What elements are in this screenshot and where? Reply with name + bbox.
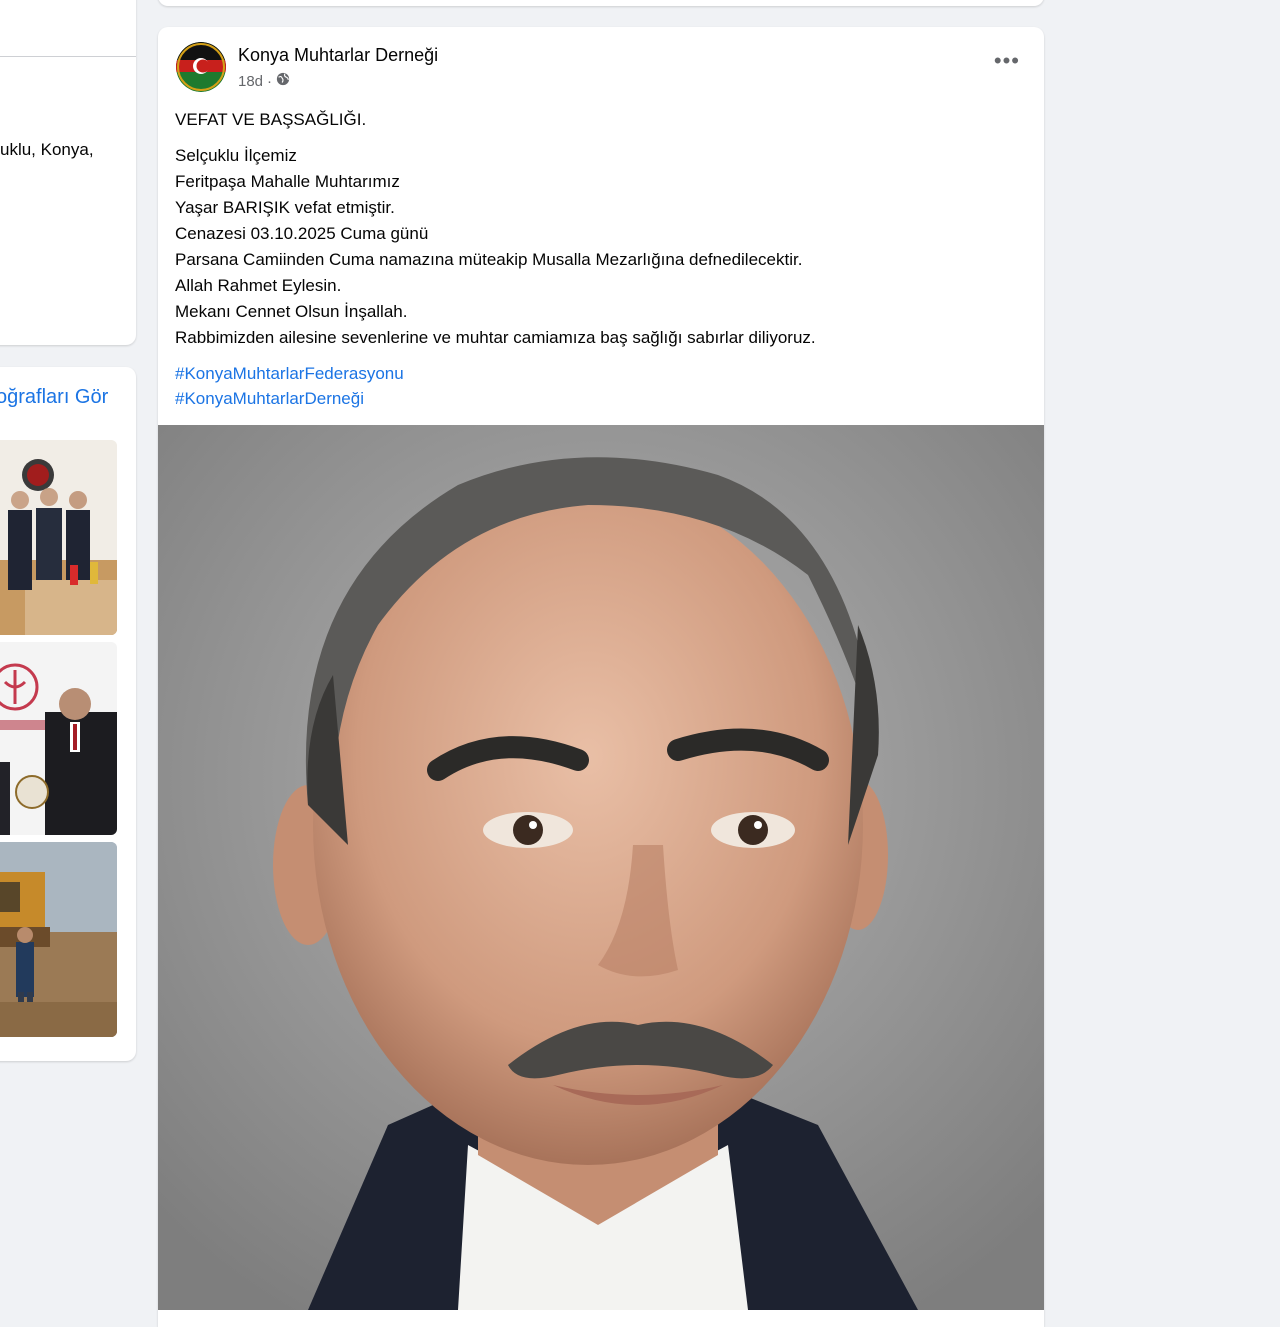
hashtag-link[interactable]: #KonyaMuhtarlarFederasyonu [175,361,1015,386]
post-line: Rabbimizden ailesine sevenlerine ve muht… [175,328,816,347]
hashtag-list: #KonyaMuhtarlarFederasyonu #KonyaMuhtarl… [175,361,1015,411]
post-time[interactable]: 18d [238,73,263,90]
post-line: Mekanı Cennet Olsun İnşallah. [175,302,408,321]
post-line: Parsana Camiinden Cuma namazına müteakip… [175,250,803,269]
intro-card: uklu, Konya, [0,0,136,345]
more-options-icon[interactable]: ••• [994,50,1020,72]
post-line: Allah Rahmet Eylesin. [175,276,342,295]
post-line: Selçuklu İlçemiz [175,146,297,165]
photo-thumbnail[interactable] [0,842,117,1037]
post-line: Cenazesi 03.10.2025 Cuma günü [175,224,429,243]
globe-icon [276,72,290,90]
post-meta: 18d · [238,72,290,90]
previous-post-card [158,0,1044,6]
page-name[interactable]: Konya Muhtarlar Derneği [238,45,438,66]
photo-thumbnail[interactable] [0,642,117,835]
post-title: VEFAT VE BAŞSAĞLIĞI. [175,110,367,129]
page-avatar[interactable] [176,42,226,92]
post-line: Feritpaşa Mahalle Muhtarımız [175,172,400,191]
see-all-photos-link[interactable]: oğrafları Gör [0,386,108,409]
meta-dot: · [267,72,273,90]
photo-thumbnail[interactable] [0,440,117,635]
post-card: Konya Muhtarlar Derneği 18d · ••• VEFAT … [158,27,1044,1327]
post-line: Yaşar BARIŞIK vefat etmiştir. [175,198,395,217]
intro-divider [0,56,136,57]
post-photo[interactable] [158,425,1044,1310]
photos-card: oğrafları Gör [0,367,136,1061]
intro-address: uklu, Konya, [0,140,94,159]
post-text: VEFAT VE BAŞSAĞLIĞI. Selçuklu İlçemiz Fe… [175,107,1015,411]
hashtag-link[interactable]: #KonyaMuhtarlarDerneği [175,386,1015,411]
